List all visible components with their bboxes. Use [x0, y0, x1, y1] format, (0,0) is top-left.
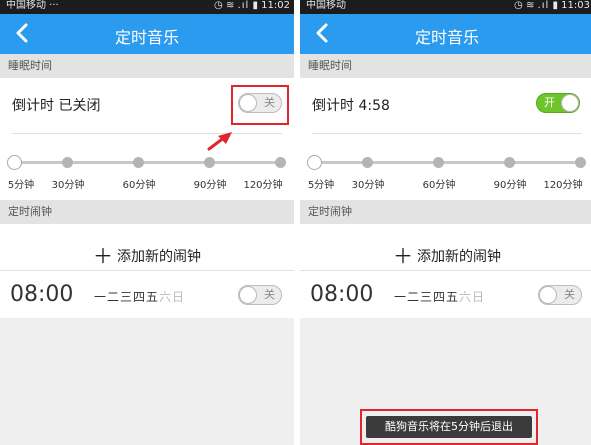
divider	[312, 133, 582, 134]
carrier-name: 中国移动	[306, 0, 346, 11]
timer-slider-track[interactable]	[314, 161, 580, 164]
section-alarm: 定时闹钟	[300, 200, 591, 224]
tick-label: 30分钟	[351, 180, 385, 191]
alarm-status-icon: ◷	[514, 0, 523, 11]
status-icons: ◷ ≋ .ıl ▮ 11:02	[214, 0, 290, 13]
countdown-label: 倒计时 4:58	[312, 98, 390, 114]
plus-icon: ＋	[93, 244, 113, 268]
add-alarm-button[interactable]: ＋添加新的闹钟	[300, 240, 591, 269]
section-sleep-time: 睡眠时间	[300, 54, 591, 78]
highlight-box	[231, 85, 289, 125]
slider-stop-60[interactable]	[433, 157, 444, 168]
add-alarm-button[interactable]: ＋添加新的闹钟	[0, 240, 294, 269]
tick-label: 90分钟	[193, 180, 227, 191]
days-inactive: 六日	[159, 290, 186, 304]
slider-thumb[interactable]	[7, 155, 22, 170]
timer-slider-track[interactable]	[14, 161, 280, 164]
status-icons: ◷ ≋ .ıl ▮ 11:03	[514, 0, 590, 13]
section-alarm: 定时闹钟	[0, 200, 294, 224]
add-alarm-label: 添加新的闹钟	[117, 249, 201, 265]
countdown-label: 倒计时 已关闭	[12, 98, 101, 114]
slider-stop-30[interactable]	[62, 157, 73, 168]
divider	[300, 270, 591, 271]
battery-icon: ▮	[252, 0, 258, 11]
toggle-text: 关	[564, 288, 575, 301]
countdown-toggle[interactable]: 开	[536, 93, 580, 113]
tick-label: 5分钟	[7, 180, 35, 191]
tick-label: 60分钟	[122, 180, 156, 191]
toggle-knob	[539, 286, 557, 304]
wifi-icon: ≋	[525, 0, 535, 11]
screen-left: 中国移动 ··· ◷ ≋ .ıl ▮ 11:02 定时音乐 睡眠时间 倒计时 已…	[0, 0, 294, 445]
highlight-box	[360, 409, 538, 445]
tick-label: 90分钟	[493, 180, 527, 191]
tick-label: 60分钟	[422, 180, 456, 191]
slider-stop-90[interactable]	[504, 157, 515, 168]
tick-label: 120分钟	[243, 180, 283, 191]
slider-stop-120[interactable]	[575, 157, 586, 168]
tick-label: 120分钟	[543, 180, 583, 191]
toggle-text: 开	[544, 96, 555, 109]
signal-icon: .ıl	[237, 0, 250, 11]
alarm-time[interactable]: 08:00	[310, 282, 373, 307]
slider-thumb[interactable]	[307, 155, 322, 170]
alarm-toggle[interactable]: 关	[538, 285, 582, 305]
days-active: 一二三四五	[394, 290, 460, 304]
add-alarm-label: 添加新的闹钟	[417, 249, 501, 265]
tick-label: 30分钟	[51, 180, 85, 191]
days-inactive: 六日	[459, 290, 486, 304]
slider-stop-30[interactable]	[362, 157, 373, 168]
battery-icon: ▮	[552, 0, 558, 11]
alarm-days: 一二三四五六日	[94, 288, 185, 305]
wifi-icon: ≋	[225, 0, 235, 11]
alarm-status-icon: ◷	[214, 0, 223, 11]
days-active: 一二三四五	[94, 290, 160, 304]
tick-label: 5分钟	[307, 180, 335, 191]
section-sleep-time: 睡眠时间	[0, 54, 294, 78]
plus-icon: ＋	[393, 244, 413, 268]
app-header: 定时音乐	[0, 14, 294, 54]
page-title: 定时音乐	[414, 28, 479, 47]
toggle-knob	[561, 94, 579, 112]
status-time: 11:03	[561, 0, 590, 11]
page-title: 定时音乐	[114, 28, 179, 47]
divider	[0, 270, 294, 271]
carrier-name: 中国移动 ···	[6, 0, 59, 11]
status-bar: 中国移动 ◷ ≋ .ıl ▮ 11:03	[300, 0, 591, 14]
arrow-icon	[207, 132, 232, 151]
screen-right: 中国移动 ◷ ≋ .ıl ▮ 11:03 定时音乐 睡眠时间 倒计时 4:58 …	[300, 0, 591, 445]
slider-stop-60[interactable]	[133, 157, 144, 168]
slider-stop-120[interactable]	[275, 157, 286, 168]
slider-stop-90[interactable]	[204, 157, 215, 168]
status-bar: 中国移动 ··· ◷ ≋ .ıl ▮ 11:02	[0, 0, 294, 14]
app-header: 定时音乐	[300, 14, 591, 54]
signal-icon: .ıl	[537, 0, 550, 11]
toggle-knob	[239, 286, 257, 304]
toggle-text: 关	[264, 288, 275, 301]
status-time: 11:02	[261, 0, 290, 11]
alarm-days: 一二三四五六日	[394, 288, 485, 305]
divider	[12, 133, 282, 134]
alarm-toggle[interactable]: 关	[238, 285, 282, 305]
alarm-time[interactable]: 08:00	[10, 282, 73, 307]
